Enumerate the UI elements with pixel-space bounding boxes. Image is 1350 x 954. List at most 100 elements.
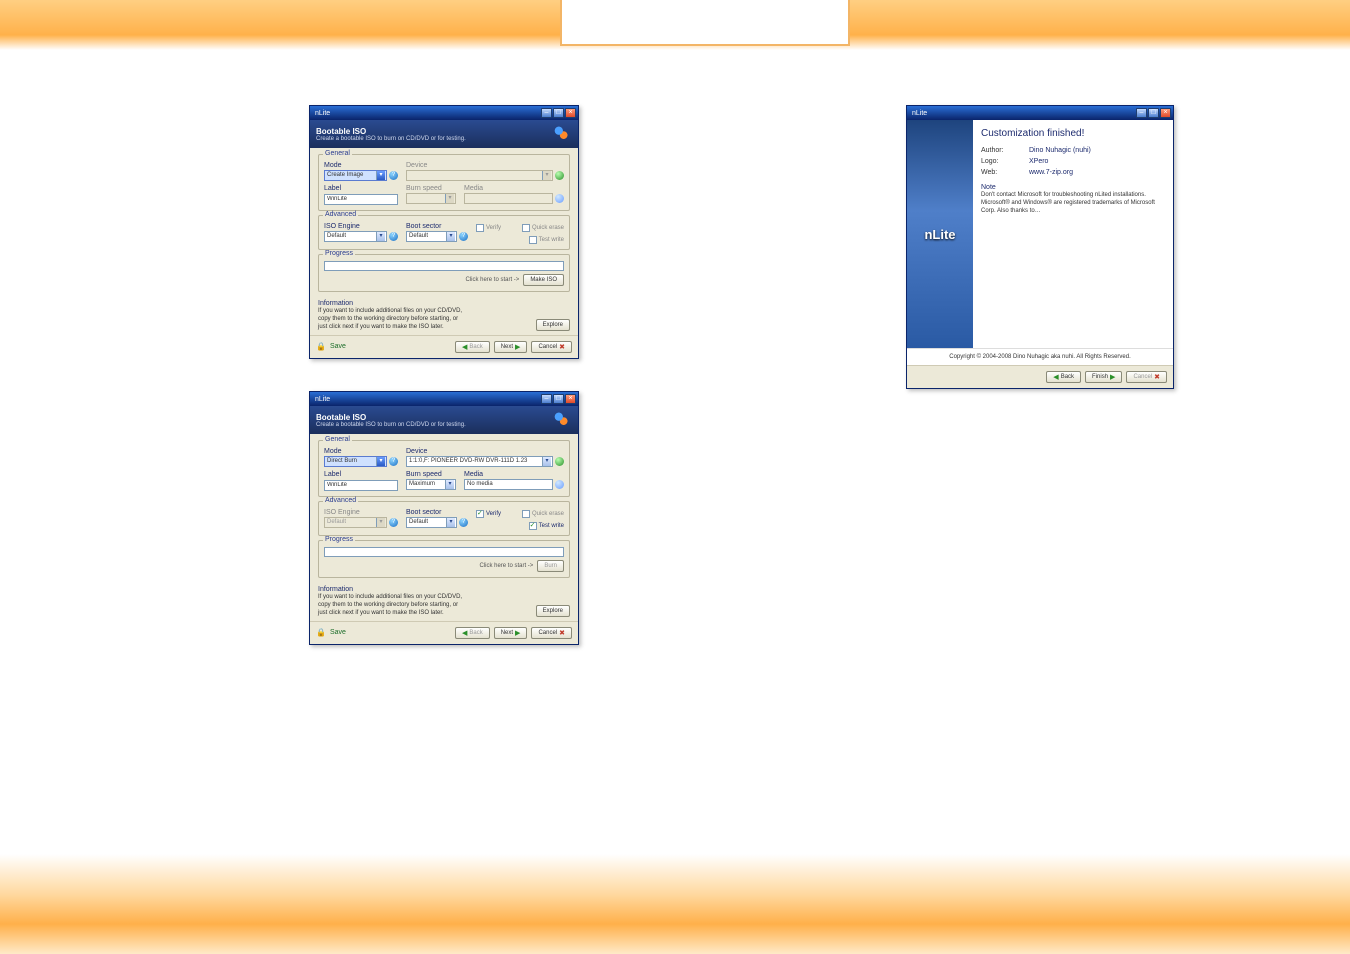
device-select[interactable]: 1:1:0,F: PIONEER DVD-RW DVR-111D 1.23 ▾ [406,456,553,467]
chevron-down-icon: ▾ [445,480,454,489]
explore-button[interactable]: Explore [536,319,570,331]
media-label: Media [464,471,564,478]
bottom-orange-band [0,854,1350,954]
chevron-down-icon: ▾ [376,457,385,466]
progress-legend: Progress [323,250,355,257]
chevron-down-icon: ▾ [376,232,385,241]
label-input[interactable] [324,480,398,491]
chevron-down-icon: ▾ [376,518,385,527]
nlite-dialog-create-image: nLite – □ × Bootable ISO Create a bootab… [309,105,579,359]
iso-engine-select[interactable]: Default ▾ [324,231,387,242]
close-button[interactable]: × [565,394,576,404]
help-icon[interactable]: ? [389,232,398,241]
close-button[interactable]: × [565,108,576,118]
mode-label: Mode [324,448,398,455]
wizard-header: Bootable ISO Create a bootable ISO to bu… [310,406,578,434]
minimize-button[interactable]: – [1136,108,1147,118]
test-write-checkbox: Test write [529,236,564,244]
next-button[interactable]: Next▶ [494,341,528,353]
device-label: Device [406,162,564,169]
next-button[interactable]: Next▶ [494,627,528,639]
burn-button: Burn [537,560,564,572]
back-button[interactable]: ◀Back [1046,371,1081,383]
quick-erase-checkbox: Quick erase [522,510,564,518]
eject-icon[interactable] [555,480,564,489]
header-title: Bootable ISO [316,127,550,136]
eject-icon[interactable] [555,194,564,203]
cancel-button[interactable]: Cancel✖ [531,627,572,639]
burnspeed-select[interactable]: Maximum ▾ [406,479,456,490]
boot-sector-label: Boot sector [406,223,468,230]
titlebar-text: nLite [312,396,541,403]
refresh-icon[interactable] [555,171,564,180]
test-write-checkbox[interactable]: Test write [529,522,564,530]
make-iso-button[interactable]: Make ISO [523,274,564,286]
media-display: No media [464,479,553,490]
information-title: Information [318,300,530,307]
chevron-down-icon: ▾ [445,194,454,203]
finished-title: Customization finished! [981,128,1165,139]
label-input[interactable] [324,194,398,205]
quick-erase-checkbox: Quick erase [522,224,564,232]
boot-sector-select[interactable]: Default ▾ [406,231,457,242]
titlebar[interactable]: nLite – □ × [310,392,578,406]
titlebar[interactable]: nLite – □ × [907,106,1173,120]
help-icon[interactable]: ? [459,232,468,241]
information-text: If you want to include additional files … [318,593,468,617]
help-icon[interactable]: ? [459,518,468,527]
finish-button[interactable]: Finish▶ [1085,371,1122,383]
titlebar-text: nLite [312,110,541,117]
refresh-icon[interactable] [555,457,564,466]
help-icon[interactable]: ? [389,171,398,180]
save-link[interactable]: Save [330,629,346,636]
wizard-header: Bootable ISO Create a bootable ISO to bu… [310,120,578,148]
wizard-footer: ◀Back Finish▶ Cancel✖ [907,365,1173,388]
chevron-down-icon: ▾ [446,518,455,527]
save-link[interactable]: Save [330,343,346,350]
burnspeed-label: Burn speed [406,471,456,478]
maximize-button[interactable]: □ [553,394,564,404]
maximize-button[interactable]: □ [1148,108,1159,118]
cancel-button[interactable]: Cancel✖ [531,341,572,353]
cancel-button: Cancel✖ [1126,371,1167,383]
boot-sector-label: Boot sector [406,509,468,516]
iso-engine-select: Default ▾ [324,517,387,528]
chevron-down-icon: ▾ [542,171,551,180]
back-button: ◀Back [455,341,490,353]
progress-bar [324,547,564,557]
help-icon[interactable]: ? [389,457,398,466]
maximize-button[interactable]: □ [553,108,564,118]
verify-checkbox[interactable]: Verify [476,510,501,518]
note-body: Don't contact Microsoft for troubleshoot… [981,191,1165,215]
chevron-down-icon: ▾ [542,457,551,466]
help-icon[interactable]: ? [389,518,398,527]
iso-engine-label: ISO Engine [324,509,398,516]
lock-icon: 🔒 [316,342,326,351]
nlite-brand-text: nLite [924,227,955,242]
titlebar[interactable]: nLite – □ × [310,106,578,120]
advanced-legend: Advanced [323,211,358,218]
top-tab-cutout [560,0,850,46]
explore-button[interactable]: Explore [536,605,570,617]
mode-select[interactable]: Create Image ▾ [324,170,387,181]
progress-bar [324,261,564,271]
wizard-footer: 🔒 Save ◀Back Next▶ Cancel✖ [310,335,578,358]
logo-value: XPero [1029,158,1165,165]
titlebar-text: nLite [909,110,1136,117]
lock-icon: 🔒 [316,628,326,637]
advanced-fieldset: Advanced ISO Engine Default ▾ ? Boot sec… [318,501,570,536]
chevron-down-icon: ▾ [446,232,455,241]
nlite-dialog-finished: nLite – □ × nLite Customization finished… [906,105,1174,389]
header-title: Bootable ISO [316,413,550,422]
advanced-fieldset: Advanced ISO Engine Default ▾ ? Boot sec… [318,215,570,250]
header-subtitle: Create a bootable ISO to burn on CD/DVD … [316,136,550,142]
finished-main: Customization finished! Author:Dino Nuha… [973,120,1173,348]
boot-sector-select[interactable]: Default ▾ [406,517,457,528]
web-value[interactable]: www.7-zip.org [1029,169,1165,176]
mode-select[interactable]: Direct Burn ▾ [324,456,387,467]
close-button[interactable]: × [1160,108,1171,118]
minimize-button[interactable]: – [541,394,552,404]
iso-engine-label: ISO Engine [324,223,398,230]
general-fieldset: General Mode Direct Burn ▾ ? Device [318,440,570,497]
minimize-button[interactable]: – [541,108,552,118]
